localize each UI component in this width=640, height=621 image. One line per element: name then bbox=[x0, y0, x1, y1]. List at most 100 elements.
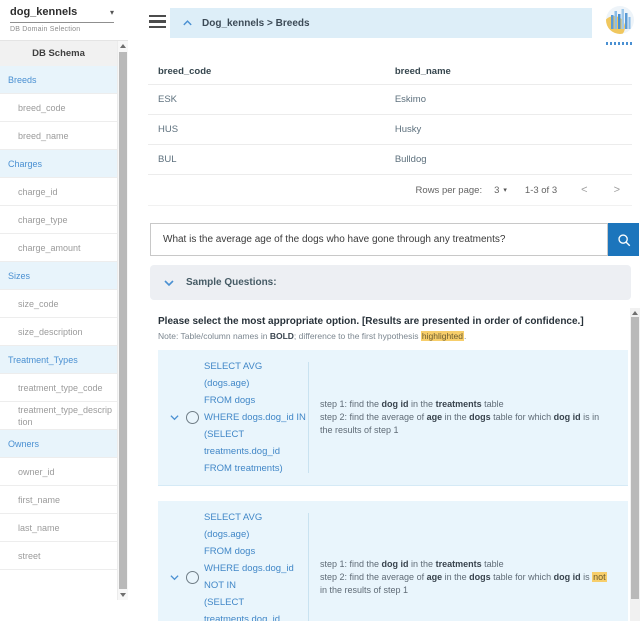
table-cell: Eskimo bbox=[395, 94, 632, 105]
sql-line: (SELECT bbox=[204, 594, 308, 611]
scrollbar-thumb[interactable] bbox=[631, 317, 639, 599]
option-radio[interactable] bbox=[186, 571, 199, 584]
schema-column-item[interactable]: size_description bbox=[0, 318, 117, 346]
chevron-down-icon[interactable] bbox=[169, 573, 180, 582]
text-segment: step 2: find the average of bbox=[320, 412, 427, 422]
scrollbar-thumb[interactable] bbox=[119, 52, 127, 589]
search-button[interactable] bbox=[608, 223, 639, 256]
table-cell: ESK bbox=[148, 94, 395, 105]
scroll-up-icon[interactable] bbox=[120, 44, 126, 48]
bold-name-text: treatments bbox=[436, 399, 482, 409]
scroll-down-icon[interactable] bbox=[120, 593, 126, 597]
scroll-up-icon[interactable] bbox=[632, 311, 638, 315]
prev-page-button[interactable]: < bbox=[581, 184, 587, 196]
sample-questions-label: Sample Questions: bbox=[186, 277, 277, 288]
breadcrumb: Dog_kennels > Breeds bbox=[202, 18, 310, 29]
step-line: step 2: find the average of age in the d… bbox=[320, 411, 614, 437]
table-pagination: Rows per page: 3 ▾ 1-3 of 3 < > bbox=[148, 175, 632, 206]
rows-per-page-label: Rows per page: bbox=[416, 185, 483, 196]
text-segment: Note: Table/column names in bbox=[158, 331, 270, 341]
table-cell: HUS bbox=[148, 124, 395, 135]
schema-column-item[interactable]: charge_type bbox=[0, 206, 117, 234]
sql-line: SELECT AVG bbox=[204, 509, 308, 526]
schema-column-item[interactable]: street bbox=[0, 542, 117, 570]
schema-table-item[interactable]: Treatment_Types bbox=[0, 346, 117, 374]
sidebar-scrollbar[interactable] bbox=[118, 41, 128, 600]
schema-column-item[interactable]: breed_name bbox=[0, 122, 117, 150]
text-segment: in the results of step 1 bbox=[320, 585, 408, 595]
text-segment: step 2: find the average of bbox=[320, 572, 427, 582]
option-radio[interactable] bbox=[186, 411, 199, 424]
sample-questions-toggle[interactable]: Sample Questions: bbox=[150, 265, 631, 300]
sql-line: WHERE dogs.dog_id bbox=[204, 560, 308, 577]
bold-name-text: age bbox=[427, 572, 443, 582]
menu-icon[interactable] bbox=[149, 15, 166, 31]
schema-table-item[interactable]: Breeds bbox=[0, 66, 117, 94]
schema-table-item[interactable]: Charges bbox=[0, 150, 117, 178]
text-segment: table bbox=[482, 399, 504, 409]
text-segment: table bbox=[482, 559, 504, 569]
table-row: HUSHusky bbox=[148, 115, 632, 145]
schema-column-item[interactable]: charge_amount bbox=[0, 234, 117, 262]
bold-name-text: dog id bbox=[382, 399, 409, 409]
db-domain-value[interactable]: dog_kennels bbox=[10, 6, 77, 18]
schema-column-item[interactable]: treatment_type_code bbox=[0, 374, 117, 402]
sql-line: (dogs.age) bbox=[204, 526, 308, 543]
db-schema-panel: DB Schema Breedsbreed_codebreed_nameChar… bbox=[0, 40, 128, 600]
schema-column-item[interactable]: charge_id bbox=[0, 178, 117, 206]
hypothesis-option: SELECT AVG (dogs.age)FROM dogsWHERE dogs… bbox=[158, 350, 628, 486]
city-logo-icon bbox=[605, 5, 635, 35]
chevron-down-icon bbox=[163, 278, 175, 288]
schema-column-item[interactable]: owner_id bbox=[0, 458, 117, 486]
sql-line: SELECT AVG (dogs.age) bbox=[204, 358, 308, 392]
explanation-steps: step 1: find the dog id in the treatment… bbox=[309, 558, 620, 597]
text-segment: ; difference to the first hypothesis bbox=[294, 331, 421, 341]
bold-name-text: treatments bbox=[436, 559, 482, 569]
db-schema-list: DB Schema Breedsbreed_codebreed_nameChar… bbox=[0, 41, 118, 600]
results-table: breed_code breed_name ESKEskimoHUSHuskyB… bbox=[148, 58, 632, 206]
table-cell: BUL bbox=[148, 154, 395, 165]
explanation-steps: step 1: find the dog id in the treatment… bbox=[309, 398, 620, 437]
chevron-down-icon: ▾ bbox=[110, 8, 114, 17]
sidebar: dog_kennels ▾ DB Domain Selection DB Sch… bbox=[0, 0, 128, 621]
sql-line: FROM dogs bbox=[204, 543, 308, 560]
rows-per-page-select[interactable]: 3 ▾ bbox=[494, 185, 507, 196]
bold-name-text: age bbox=[427, 412, 443, 422]
text-segment: table for which bbox=[491, 412, 554, 422]
logo-caption bbox=[606, 42, 634, 45]
step-line: step 1: find the dog id in the treatment… bbox=[320, 558, 614, 571]
bold-name-text: dog id bbox=[382, 559, 409, 569]
search-icon bbox=[616, 232, 632, 248]
highlighted-text: not bbox=[592, 572, 607, 582]
schema-column-item[interactable]: breed_code bbox=[0, 94, 117, 122]
schema-table-item[interactable]: Owners bbox=[0, 430, 117, 458]
pagination-range: 1-3 of 3 bbox=[525, 185, 557, 196]
table-row: BULBulldog bbox=[148, 145, 632, 175]
bold-name-text: dog id bbox=[554, 412, 581, 422]
text-segment: in the bbox=[442, 572, 469, 582]
chevron-down-icon: ▾ bbox=[503, 186, 507, 194]
sql-line: FROM treatments) bbox=[204, 460, 308, 477]
panel-title: Please select the most appropriate optio… bbox=[158, 316, 628, 327]
bold-name-text: dog id bbox=[554, 572, 581, 582]
schema-table-item[interactable]: Sizes bbox=[0, 262, 117, 290]
db-domain-selector[interactable]: dog_kennels ▾ DB Domain Selection bbox=[0, 0, 128, 33]
breadcrumb-banner[interactable]: Dog_kennels > Breeds bbox=[170, 8, 592, 38]
panel-note: Note: Table/column names in BOLD; differ… bbox=[158, 331, 628, 341]
schema-column-item[interactable]: size_code bbox=[0, 290, 117, 318]
text-segment: table for which bbox=[491, 572, 554, 582]
bold-name-text: BOLD bbox=[270, 331, 294, 341]
schema-column-item[interactable]: last_name bbox=[0, 514, 117, 542]
panel-scrollbar[interactable] bbox=[630, 308, 640, 621]
chevron-down-icon[interactable] bbox=[169, 413, 180, 422]
text-segment: step 1: find the bbox=[320, 559, 382, 569]
sql-line: WHERE dogs.dog_id IN bbox=[204, 409, 308, 426]
table-row: ESKEskimo bbox=[148, 85, 632, 115]
question-input[interactable] bbox=[150, 223, 608, 256]
schema-column-item[interactable]: treatment_type_description bbox=[0, 402, 117, 430]
sql-line: (SELECT bbox=[204, 426, 308, 443]
schema-column-item[interactable]: first_name bbox=[0, 486, 117, 514]
next-page-button[interactable]: > bbox=[614, 184, 620, 196]
step-line: step 2: find the average of age in the d… bbox=[320, 571, 614, 597]
bold-name-text: dogs bbox=[469, 412, 491, 422]
